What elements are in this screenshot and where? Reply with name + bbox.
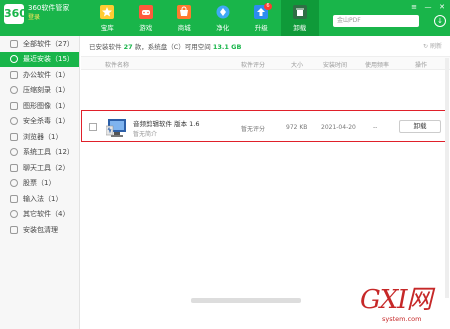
installed-count: 27 — [123, 43, 133, 51]
sidebar-item[interactable]: 股票（1） — [0, 176, 79, 192]
tab-uninstall[interactable]: 卸载 — [280, 0, 319, 36]
gamepad-icon — [138, 4, 153, 19]
star-icon — [100, 4, 115, 19]
sidebar-item[interactable]: 全部软件（27） — [0, 36, 79, 52]
sidebar-item-label: 系统工具（12） — [23, 148, 74, 157]
col-install-date: 安装时间 — [323, 62, 348, 69]
app-frequency: -- — [373, 124, 378, 131]
login-link[interactable]: 登录 — [28, 13, 69, 22]
app-size: 972 KB — [286, 124, 308, 131]
shop-icon — [177, 4, 192, 19]
shield-icon — [10, 117, 18, 126]
sidebar-item-label: 聊天工具（2） — [23, 163, 70, 172]
col-action: 操作 — [415, 62, 428, 69]
upgrade-count-badge: 6 — [264, 3, 272, 10]
tab-games[interactable]: 游戏 — [127, 0, 166, 36]
sidebar-item-label: 图形图像（1） — [23, 101, 70, 110]
sidebar-item[interactable]: 安装包清理 — [0, 222, 79, 238]
sidebar-item[interactable]: 系统工具（12） — [0, 145, 79, 161]
sidebar-item[interactable]: 最近安装（15） — [0, 51, 79, 67]
refresh-button[interactable]: ↻ 刷新 — [423, 41, 442, 50]
app-install-date: 2021-04-20 — [321, 124, 356, 131]
sidebar-item-label: 全部软件（27） — [23, 39, 74, 48]
tab-purify[interactable]: 净化 — [204, 0, 243, 36]
tab-upgrade[interactable]: 升级 6 — [242, 0, 281, 36]
col-frequency: 使用频率 — [365, 62, 390, 69]
archive-icon — [10, 86, 18, 95]
app-logo: 360 — [4, 4, 27, 24]
sidebar-item[interactable]: 安全杀毒（1） — [0, 114, 79, 130]
download-icon[interactable]: ↓ — [434, 15, 446, 27]
sidebar-item-label: 安全杀毒（1） — [23, 117, 70, 126]
sidebar-item[interactable]: 其它软件（4） — [0, 207, 79, 223]
col-name: 软件名称 — [105, 62, 130, 69]
category-sidebar: 全部软件（27） 最近安装（15） 办公软件（1） 压缩刻录（1） 图形图像（1） 安全杀… — [0, 36, 80, 329]
sidebar-item[interactable]: 输入法（1） — [0, 191, 79, 207]
table-row: 音频剪辑软件 版本 1.6 暂无简介 暂无评分 972 KB 2021-04-2… — [81, 112, 450, 142]
sidebar-item[interactable]: 聊天工具（2） — [0, 160, 79, 176]
site-watermark: GXI网 system.com — [360, 285, 433, 323]
col-rating: 软件评分 — [241, 62, 266, 69]
tools-icon — [10, 148, 18, 157]
sidebar-item-label: 压缩刻录（1） — [23, 86, 70, 95]
window-controls: ≡ — ✕ — [410, 3, 446, 11]
other-icon — [10, 210, 18, 219]
sidebar-item-label: 其它软件（4） — [23, 210, 70, 219]
browser-icon — [10, 132, 18, 141]
horizontal-scrollbar[interactable] — [191, 298, 301, 303]
search-input[interactable]: 金山PDF — [333, 15, 419, 27]
sidebar-item-label: 最近安装（15） — [23, 55, 74, 64]
vertical-scrollbar[interactable] — [445, 58, 449, 298]
sidebar-item[interactable]: 图形图像（1） — [0, 98, 79, 114]
app-title: 360软件管家 — [28, 4, 70, 12]
table-header: 软件名称 软件评分 大小 安装时间 使用频率 操作 — [81, 56, 450, 70]
app-description: 暂无简介 — [133, 131, 158, 138]
installed-summary: 已安装软件 27 款，系统盘（C）可用空间 13.1 GB — [89, 43, 242, 51]
uninstall-button[interactable]: 卸载 — [399, 120, 441, 133]
sidebar-item-label: 浏览器（1） — [23, 132, 63, 141]
stock-icon — [10, 179, 18, 188]
tab-treasure[interactable]: 宝库 — [88, 0, 127, 36]
purify-icon — [216, 5, 230, 19]
menu-icon[interactable]: ≡ — [410, 3, 418, 11]
minimize-icon[interactable]: — — [424, 3, 432, 11]
chat-icon — [10, 163, 18, 172]
sidebar-item-label: 安装包清理 — [23, 225, 58, 234]
top-bar: 360 360软件管家 登录 宝库 游戏 商城 净化 升级 6 卸载 金山PDF… — [0, 0, 450, 36]
free-space: 13.1 GB — [212, 43, 242, 51]
row-checkbox[interactable] — [89, 123, 97, 131]
image-icon — [10, 101, 18, 110]
clock-icon — [10, 55, 18, 64]
cleanup-icon — [10, 225, 18, 234]
sidebar-item[interactable]: 办公软件（1） — [0, 67, 79, 83]
close-icon[interactable]: ✕ — [438, 3, 446, 11]
sidebar-item-label: 股票（1） — [23, 179, 56, 188]
app-name: 音频剪辑软件 版本 1.6 — [133, 120, 200, 128]
brand: 360 360软件管家 登录 — [4, 4, 69, 24]
sidebar-item[interactable]: 压缩刻录（1） — [0, 83, 79, 99]
grid-icon — [10, 39, 18, 48]
keyboard-icon — [10, 194, 18, 203]
sidebar-item-label: 办公软件（1） — [23, 70, 70, 79]
tab-shop[interactable]: 商城 — [165, 0, 204, 36]
app-rating: 暂无评分 — [241, 126, 266, 133]
office-icon — [10, 70, 18, 79]
trash-icon — [292, 4, 307, 19]
main-tabs: 宝库 游戏 商城 净化 升级 6 卸载 — [88, 0, 319, 36]
col-size: 大小 — [291, 62, 304, 69]
audio-editor-app-icon — [105, 116, 128, 138]
sidebar-item[interactable]: 浏览器（1） — [0, 129, 79, 145]
sidebar-item-label: 输入法（1） — [23, 194, 63, 203]
